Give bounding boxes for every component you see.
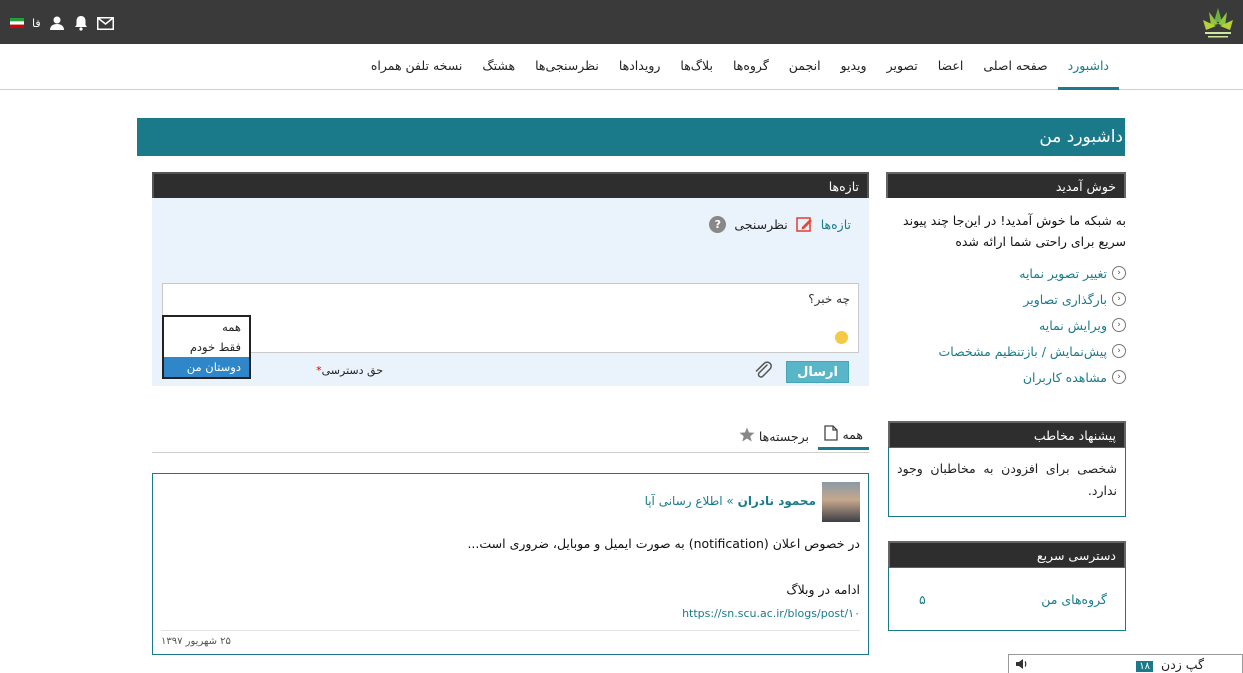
page-title-banner: داشبورد من	[137, 118, 1125, 156]
mail-icon[interactable]	[96, 14, 114, 32]
feed-post: محمود نادران » اطلاع رسانی آپا در خصوص ا…	[152, 473, 869, 655]
nav-item-mobile[interactable]: نسخه تلفن همراه	[361, 44, 473, 90]
link-edit-profile[interactable]: ‹ ویرایش نمایه	[886, 312, 1126, 338]
post-author-line: محمود نادران » اطلاع رسانی آپا	[645, 494, 816, 508]
chevron-left-icon: ‹	[1112, 292, 1126, 306]
user-icon[interactable]	[49, 14, 65, 32]
post-date: ۲۵ شهریور ۱۳۹۷	[161, 636, 231, 647]
nav-item-home[interactable]: صفحه اصلی	[973, 44, 1057, 90]
post-url-link[interactable]: https://sn.scu.ac.ir/blogs/post/۱۰	[682, 607, 860, 620]
tab-news[interactable]: تازه‌ها	[821, 217, 851, 232]
nav-item-blogs[interactable]: بلاگ‌ها	[670, 44, 723, 90]
read-more-label: ادامه در وبلاگ	[786, 582, 860, 597]
quick-links: ‹ تغییر تصویر نمایه ‹ بارگذاری تصاویر ‹ ویر…	[886, 260, 1126, 390]
post-input-placeholder: چه خبر؟	[808, 292, 850, 306]
suggest-empty-text: شخصی برای افزودن به مخاطبان وجود ندارد.	[888, 447, 1126, 517]
edit-icon	[795, 216, 813, 233]
send-button[interactable]: ارسال	[786, 361, 849, 383]
nav-item-dashboard[interactable]: داشبورد	[1057, 44, 1119, 90]
nav-item-forum[interactable]: انجمن	[779, 44, 831, 90]
welcome-panel: خوش آمدید به شبکه ما خوش آمدید! در این‌ج…	[886, 172, 1126, 390]
link-upload-photos[interactable]: ‹ بارگذاری تصاویر	[886, 286, 1126, 312]
nav-item-hashtag[interactable]: هشتگ	[472, 44, 525, 90]
chat-bar[interactable]: گپ زدن ۱۸	[1008, 654, 1243, 673]
flag-iran-icon[interactable]	[10, 14, 24, 32]
star-icon	[739, 427, 755, 445]
chevron-left-icon: ‹	[1112, 266, 1126, 280]
link-change-avatar[interactable]: ‹ تغییر تصویر نمایه	[886, 260, 1126, 286]
my-groups-count: ۵	[919, 591, 926, 607]
quick-access-panel: دسترسی سریع گروه‌های من ۵	[888, 541, 1126, 631]
tab-featured[interactable]: برجسته‌ها	[739, 422, 809, 450]
welcome-heading: خوش آمدید	[886, 172, 1126, 198]
emoji-icon[interactable]	[835, 331, 848, 344]
post-summary: در خصوص اعلان (notification) به صورت ایم…	[467, 536, 860, 551]
my-groups-row[interactable]: گروه‌های من ۵	[888, 567, 1126, 631]
news-heading: تازه‌ها	[152, 172, 869, 198]
nav-item-groups[interactable]: گروه‌ها	[723, 44, 779, 90]
author-link[interactable]: محمود نادران	[738, 494, 816, 508]
chevron-left-icon: ‹	[1112, 344, 1126, 358]
welcome-text: به شبکه ما خوش آمدید! در این‌جا چند پیون…	[903, 213, 1126, 249]
page-title: داشبورد من	[1039, 127, 1123, 147]
composer-tabs: تازه‌ها نظرسنجی ?	[709, 216, 851, 233]
access-label: حق دسترسی*	[316, 364, 383, 377]
nav-item-events[interactable]: رویدادها	[609, 44, 671, 90]
document-icon	[824, 425, 839, 444]
access-option-only-me[interactable]: فقط خودم	[164, 337, 249, 357]
tab-poll[interactable]: نظرسنجی	[734, 217, 787, 232]
help-icon[interactable]: ?	[709, 216, 727, 233]
author-separator: »	[726, 494, 734, 508]
composer: تازه‌ها نظرسنجی ? چه خبر؟ همه فقط خودم د…	[152, 198, 869, 386]
nav-item-polls[interactable]: نظرسنجی‌ها	[525, 44, 609, 90]
my-groups-link[interactable]: گروه‌های من	[1041, 592, 1107, 607]
link-preview-profile[interactable]: ‹ پیش‌نمایش / بازتنظیم مشخصات	[886, 338, 1126, 364]
top-icons: فا	[10, 13, 114, 33]
nav-item-members[interactable]: اعضا	[928, 44, 974, 90]
attachment-icon[interactable]	[752, 360, 774, 382]
target-link[interactable]: اطلاع رسانی آپا	[645, 494, 723, 508]
suggest-contacts-panel: پیشنهاد مخاطب شخصی برای افزودن به مخاطبا…	[888, 421, 1126, 517]
link-view-users[interactable]: ‹ مشاهده کاربران	[886, 364, 1126, 390]
nav-item-photos[interactable]: تصویر	[877, 44, 928, 90]
feed-tabs: همه برجسته‌ها	[152, 416, 869, 453]
chat-label: گپ زدن ۱۸	[1136, 657, 1204, 672]
main-nav: داشبورد صفحه اصلی اعضا تصویر ویدیو انجمن…	[0, 44, 1243, 90]
access-dropdown[interactable]: همه فقط خودم دوستان من	[162, 315, 251, 379]
post-input[interactable]: چه خبر؟	[162, 283, 859, 353]
nav-item-videos[interactable]: ویدیو	[831, 44, 877, 90]
chat-count-badge: ۱۸	[1136, 661, 1154, 672]
bell-icon[interactable]	[73, 14, 89, 32]
access-option-friends[interactable]: دوستان من	[164, 357, 249, 377]
access-option-all[interactable]: همه	[164, 317, 249, 337]
post-divider	[161, 630, 860, 631]
top-bar: فا	[0, 0, 1243, 44]
suggest-heading: پیشنهاد مخاطب	[888, 421, 1126, 447]
speaker-icon[interactable]	[1015, 658, 1029, 670]
language-switcher[interactable]: فا	[32, 14, 41, 32]
news-panel: تازه‌ها تازه‌ها نظرسنجی ? چه خبر؟ همه فق…	[152, 172, 869, 386]
chevron-left-icon: ‹	[1112, 318, 1126, 332]
avatar[interactable]	[822, 482, 860, 522]
tab-all[interactable]: همه	[818, 422, 869, 450]
quick-access-heading: دسترسی سریع	[888, 541, 1126, 567]
site-logo[interactable]	[1201, 4, 1235, 40]
chevron-left-icon: ‹	[1112, 370, 1126, 384]
